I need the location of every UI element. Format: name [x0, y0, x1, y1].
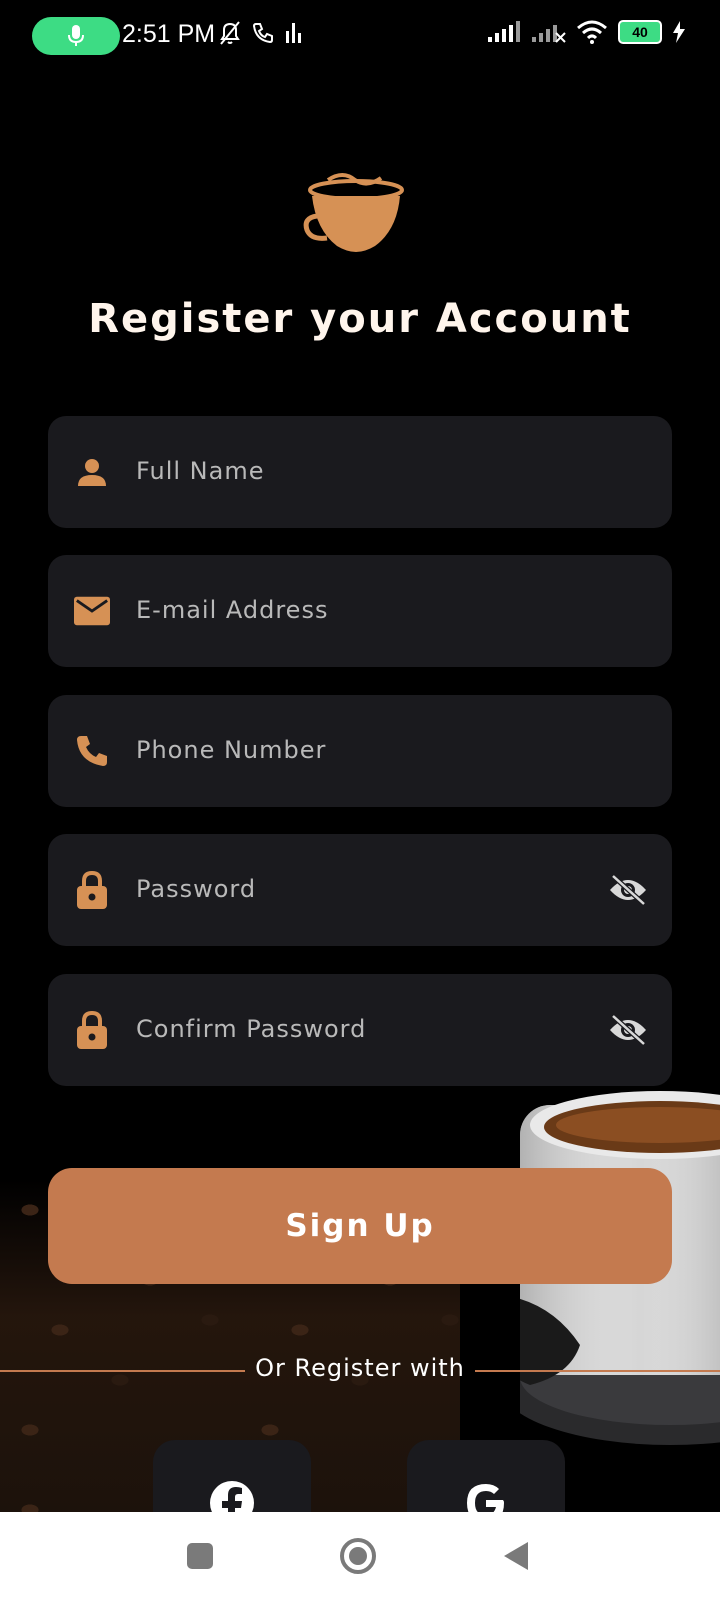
charging-bolt-icon: [673, 21, 685, 43]
battery-level: 40: [632, 24, 648, 40]
lock-icon: [74, 871, 110, 909]
system-navigation-bar: [0, 1512, 720, 1600]
person-icon: [74, 454, 110, 490]
signal-icon: [488, 21, 520, 42]
password-input[interactable]: [136, 864, 576, 914]
battery-indicator: 40: [618, 20, 662, 44]
call-icon: [252, 23, 273, 44]
signal-no-service-icon: [532, 25, 566, 43]
audio-bars-icon: [286, 23, 301, 43]
full-name-input[interactable]: [136, 446, 576, 496]
password-field[interactable]: [48, 834, 672, 946]
phone-icon: [74, 733, 110, 769]
back-triangle-icon[interactable]: [494, 1534, 538, 1578]
lock-icon: [74, 1011, 110, 1049]
confirm-password-field[interactable]: [48, 974, 672, 1086]
eye-off-icon[interactable]: [606, 1010, 650, 1050]
email-field[interactable]: [48, 555, 672, 667]
page-title: Register your Account: [88, 296, 632, 342]
sign-up-button[interactable]: Sign Up: [48, 1168, 672, 1284]
status-time: 2:51 PM: [122, 20, 216, 48]
register-with-divider: Or Register with: [0, 1352, 720, 1388]
circle-home-icon[interactable]: [336, 1534, 380, 1578]
full-name-field[interactable]: [48, 416, 672, 528]
eye-off-icon[interactable]: [606, 870, 650, 910]
confirm-password-input[interactable]: [136, 1004, 576, 1054]
divider-line-right: [475, 1370, 720, 1372]
divider-text: Or Register with: [255, 1354, 465, 1382]
mic-indicator: [32, 17, 120, 55]
register-screen: 2:51 PM 40 Register your Account Full Na…: [0, 0, 720, 1600]
square-icon[interactable]: [178, 1534, 222, 1578]
mic-icon: [68, 25, 84, 46]
coffee-cup-icon: [303, 173, 404, 252]
phone-input[interactable]: [136, 725, 576, 775]
phone-field[interactable]: [48, 695, 672, 807]
email-input[interactable]: [136, 585, 576, 635]
status-bar: 2:51 PM 40: [0, 0, 720, 72]
wifi-icon: [577, 20, 607, 44]
mail-icon: [74, 593, 110, 629]
bell-off-icon: [220, 21, 240, 45]
